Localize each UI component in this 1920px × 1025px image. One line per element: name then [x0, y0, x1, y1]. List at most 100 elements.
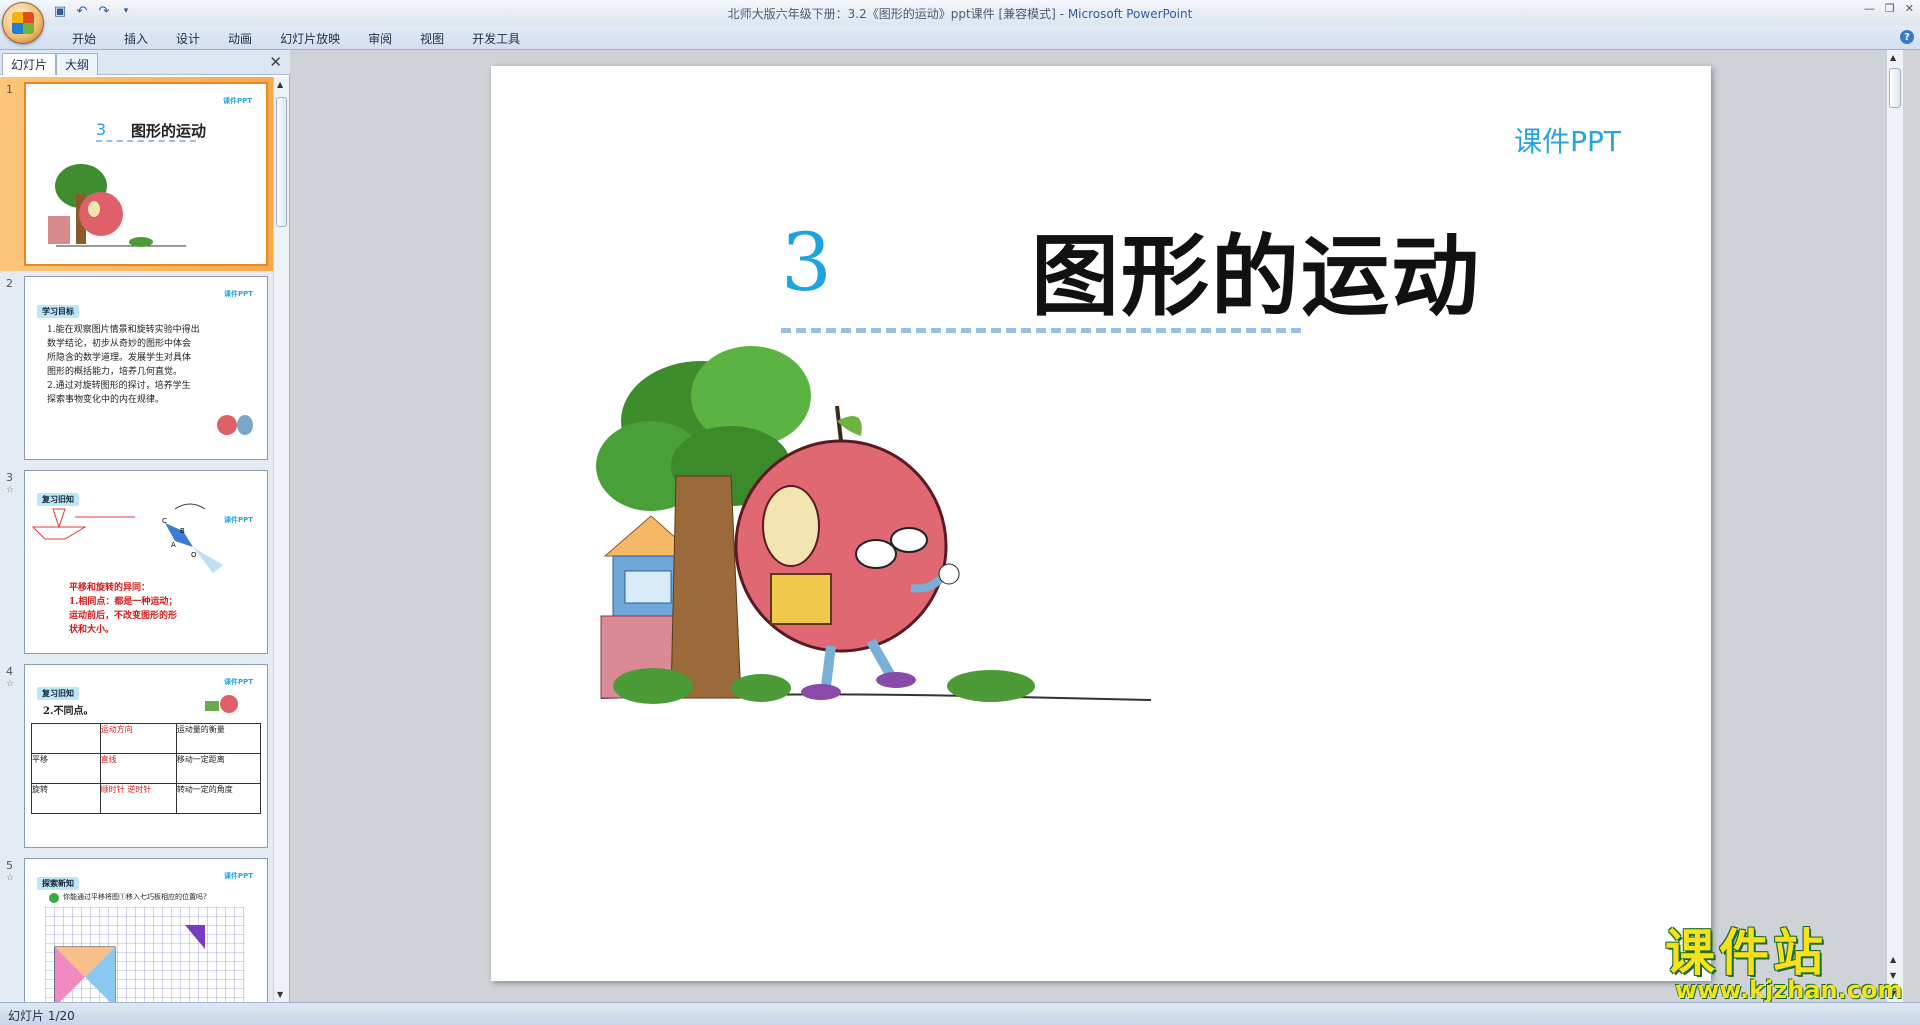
animation-star-icon: ☆ [6, 485, 15, 495]
thumbnail-scrollbar[interactable]: ▲ ▼ [273, 77, 289, 1002]
tab-view[interactable]: 视图 [406, 29, 458, 48]
slide-number: 3 [6, 471, 13, 484]
restore-icon[interactable]: ❐ [1885, 2, 1895, 15]
window-controls: — ❐ ✕ [1864, 2, 1914, 15]
ribbon-bar: 开始 插入 设计 动画 幻灯片放映 审阅 视图 开发工具 ? [0, 25, 1920, 50]
minimize-icon[interactable]: — [1864, 2, 1875, 15]
tab-animations[interactable]: 动画 [214, 29, 266, 48]
table-cell: 运动方向 [99, 723, 177, 754]
watermark-url: www.kjzhan.com [1675, 976, 1903, 1004]
thumb-logo: 课件PPT [222, 97, 252, 105]
site-watermark: 课件站 www.kjzhan.com [1665, 928, 1902, 1002]
thumb-tag: 复习旧知 [37, 687, 79, 700]
app-name: Microsoft PowerPoint [1067, 7, 1193, 21]
slide-logo: 课件PPT [1514, 125, 1621, 158]
slide-counter: 幻灯片 1/20 [8, 1009, 75, 1023]
thumb-label-a: A [171, 541, 176, 549]
thumb-logo: 课件PPT [223, 872, 253, 880]
thumbnail-canvas: 课件PPT 学习目标 1.能在观察图片情景和旋转实验中得出 数学结论，初步从奇妙… [24, 276, 268, 460]
thumb-line: 图形的概括能力，培养几何直觉。 [47, 367, 183, 377]
thumb-apple-small [217, 415, 253, 435]
animation-star-icon: ☆ [6, 679, 15, 689]
slide-number: 2 [6, 277, 13, 290]
thumb-logo: 课件PPT [223, 678, 253, 686]
thumb-tag: 学习目标 [37, 305, 79, 318]
title-bar: ▣ ↶ ↷ ▾ 北师大版六年级下册：3.2《图形的运动》ppt课件 [兼容模式]… [0, 0, 1920, 44]
slide-thumbnail-4[interactable]: 4 ☆ 课件PPT 复习旧知 2.不同点。 运动方向 运动量的衡量 平移 直线 … [0, 659, 274, 853]
slide-thumbnail-2[interactable]: 2 课件PPT 学习目标 1.能在观察图片情景和旋转实验中得出 数学结论，初步从… [0, 271, 274, 465]
tab-outline[interactable]: 大纲 [56, 53, 99, 75]
thumbnail-list: 1 课件PPT 3 图形的运动 2 课件PPT 学习目标 1.能在观察图片情景和… [0, 77, 274, 1002]
thumb-question: 你能通过平移将图①移入七巧板相应的位置吗? [63, 893, 207, 901]
thumb-line: 所隐含的数学道理。发展学生对具体 [47, 353, 192, 363]
document-title: 北师大版六年级下册：3.2《图形的运动》ppt课件 [兼容模式] - [727, 7, 1068, 21]
tab-slides[interactable]: 幻灯片 [2, 53, 57, 75]
pane-tabs: 幻灯片 大纲 ✕ [0, 50, 290, 75]
tab-slideshow[interactable]: 幻灯片放映 [266, 29, 354, 48]
tab-developer[interactable]: 开发工具 [458, 29, 534, 48]
thumb-line: 探索事物变化中的内在规律。 [47, 395, 165, 405]
scroll-up-icon[interactable]: ▲ [1890, 53, 1896, 62]
thumb-dash [96, 140, 196, 142]
close-pane-icon[interactable]: ✕ [269, 53, 282, 71]
thumbnail-canvas: 课件PPT 3 图形的运动 [24, 82, 268, 266]
thumb-logo: 课件PPT [223, 290, 253, 298]
help-icon[interactable]: ? [1900, 30, 1914, 44]
scroll-up-icon[interactable]: ▲ [277, 80, 283, 89]
thumb-line: 1.相同点：都是一种运动； [69, 597, 178, 607]
thumb-line: 状和大小。 [69, 625, 115, 635]
thumb-apple-illustration [48, 164, 186, 247]
table-cell: 运动量的衡量 [175, 723, 262, 754]
table-cell: 顺时针 逆时针 [99, 783, 177, 814]
slide-thumbnail-3[interactable]: 3 ☆ 课件PPT 复习旧知 B C A O 平移和旋转的异同： 1.相同点：都… [0, 465, 274, 659]
tab-design[interactable]: 设计 [162, 29, 214, 48]
slide-number: 5 [6, 859, 13, 872]
slide-canvas[interactable]: 课件PPT 3 图形的运动 [491, 66, 1711, 981]
thumbnail-canvas: 课件PPT 复习旧知 B C A O 平移和旋转的异同： 1.相同点：都是一种运… [24, 470, 268, 654]
thumb-label-b: B [180, 527, 185, 535]
thumb-grid [45, 907, 245, 1002]
table-cell: 转动一定的角度 [175, 783, 262, 814]
bullet-icon [49, 893, 59, 903]
watermark-text: 课件站 [1665, 924, 1827, 982]
close-icon[interactable]: ✕ [1905, 2, 1914, 15]
table-cell: 平移 [31, 753, 101, 784]
slide-number: 4 [6, 665, 13, 678]
ribbon-tabs: 开始 插入 设计 动画 幻灯片放映 审阅 视图 开发工具 [58, 29, 534, 48]
thumb-apple-small [205, 695, 238, 713]
office-logo-icon [12, 12, 34, 34]
chapter-number[interactable]: 3 [781, 216, 832, 309]
window-title: 北师大版六年级下册：3.2《图形的运动》ppt课件 [兼容模式] - Micro… [0, 5, 1920, 22]
slide-thumbnail-5[interactable]: 5 ☆ 课件PPT 探索新知 你能通过平移将图①移入七巧板相应的位置吗? [0, 853, 274, 1002]
scroll-down-icon[interactable]: ▼ [277, 990, 283, 999]
scroll-thumb[interactable] [1889, 68, 1901, 108]
chapter-title[interactable]: 图形的运动 [1031, 206, 1481, 333]
scroll-thumb[interactable] [276, 97, 287, 227]
table-cell [31, 723, 101, 754]
thumb-line: 数学结论，初步从奇妙的图形中体会 [47, 339, 192, 349]
thumb-line: 1.能在观察图片情景和旋转实验中得出 [47, 325, 200, 335]
thumb-line: 平移和旋转的异同： [69, 583, 151, 593]
editor-scrollbar[interactable]: ▲ ▲ ▼ ▼ [1886, 50, 1903, 1002]
thumb-chapter-number: 3 [96, 120, 107, 139]
thumb-chapter-title: 图形的运动 [131, 122, 207, 140]
thumbnail-canvas: 课件PPT 复习旧知 2.不同点。 运动方向 运动量的衡量 平移 直线 移动一定… [24, 664, 268, 848]
table-cell: 移动一定距离 [175, 753, 262, 784]
thumb-body: 1.能在观察图片情景和旋转实验中得出 数学结论，初步从奇妙的图形中体会 所隐含的… [47, 323, 200, 407]
slide-number: 1 [6, 83, 13, 96]
tab-review[interactable]: 审阅 [354, 29, 406, 48]
thumb-subtitle: 2.不同点。 [43, 706, 94, 717]
thumb-label-c: C [162, 517, 167, 525]
thumb-diagram: B C A O [31, 503, 223, 573]
status-bar: 幻灯片 1/20 [0, 1002, 1920, 1025]
apple-character-illustration[interactable] [591, 326, 1171, 716]
tab-insert[interactable]: 插入 [110, 29, 162, 48]
thumb-table: 运动方向 运动量的衡量 平移 直线 移动一定距离 旋转 顺时针 逆时针 转动一定… [31, 723, 262, 814]
thumb-line: 2.通过对旋转图形的探讨，培养学生 [47, 381, 191, 391]
thumb-body: 平移和旋转的异同： 1.相同点：都是一种运动； 运动前后，不改变图形的形 状和大… [69, 581, 177, 637]
office-button[interactable] [2, 2, 44, 44]
thumb-tag: 探索新知 [37, 877, 79, 890]
tab-home[interactable]: 开始 [58, 29, 110, 48]
animation-star-icon: ☆ [6, 873, 15, 883]
slide-thumbnail-1[interactable]: 1 课件PPT 3 图形的运动 [0, 77, 274, 271]
